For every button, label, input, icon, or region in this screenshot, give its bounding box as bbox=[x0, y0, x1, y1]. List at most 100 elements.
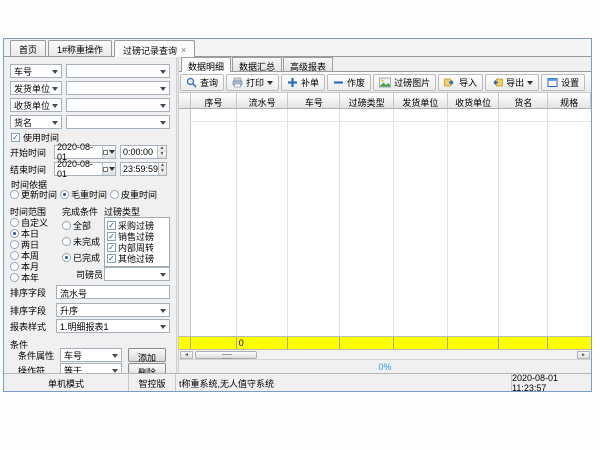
scrollbar-thumb[interactable] bbox=[195, 351, 257, 359]
radio-icon bbox=[62, 237, 71, 246]
condition-attr-row: 条件属性 车号 添加 bbox=[10, 348, 170, 362]
report-style-row: 报表样式 1.明细报表1 bbox=[10, 319, 170, 333]
weigh-type-title: 过磅类型 bbox=[104, 205, 170, 215]
column-header-weigh-type[interactable]: 过磅类型 bbox=[340, 93, 394, 108]
receiver-field-select[interactable]: 收货单位 bbox=[10, 98, 62, 112]
export-button[interactable]: 导出 bbox=[485, 74, 539, 91]
tab-record-query[interactable]: 过磅记录查询 × bbox=[114, 40, 195, 57]
summary-count: 0 bbox=[237, 337, 289, 349]
radio-icon bbox=[10, 251, 19, 260]
sort-order-row: 排序字段 升序 bbox=[10, 303, 170, 317]
calendar-icon[interactable] bbox=[102, 146, 115, 158]
vehicle-field-select[interactable]: 车号 bbox=[10, 64, 62, 78]
summary-row: 0 bbox=[179, 336, 591, 350]
radio-tare-time[interactable]: 皮重时间 bbox=[110, 188, 157, 201]
status-datetime: 2020-08-01 11:23:57 bbox=[512, 374, 591, 391]
calendar-icon[interactable] bbox=[102, 163, 115, 175]
supplement-order-button[interactable]: 补单 bbox=[281, 74, 325, 91]
chevron-down-icon bbox=[52, 121, 58, 128]
data-panel: 数据明细 数据汇总 高级报表 查询 打印 补单 bbox=[179, 57, 591, 374]
chevron-down-icon bbox=[52, 104, 58, 111]
column-header-vehicle[interactable]: 车号 bbox=[288, 93, 340, 108]
filter-row-goods: 货名 bbox=[10, 115, 170, 129]
vehicle-value-combo[interactable] bbox=[66, 64, 170, 78]
radio-icon bbox=[10, 273, 19, 282]
grid-body[interactable] bbox=[179, 109, 591, 336]
use-time-checkbox-row[interactable]: 使用时间 bbox=[11, 132, 170, 142]
filter-row-shipper: 发货单位 bbox=[10, 81, 170, 95]
printer-icon bbox=[232, 77, 243, 88]
screen: 首页 1#称重操作 过磅记录查询 × 车号 发货单位 收货单位 货名 bbox=[0, 0, 600, 450]
checkbox-other-weigh[interactable]: 其他过磅 bbox=[107, 253, 167, 264]
radio-icon bbox=[10, 218, 19, 227]
shipper-field-select[interactable]: 发货单位 bbox=[10, 81, 62, 95]
radio-this-year[interactable]: 本年 bbox=[10, 272, 62, 283]
end-time-spinner[interactable]: 23:59:59 ▲▼ bbox=[120, 162, 167, 176]
radio-gross-time[interactable]: 毛重时间 bbox=[60, 188, 107, 201]
column-header-shipper[interactable]: 发货单位 bbox=[394, 93, 448, 108]
void-button[interactable]: 作废 bbox=[327, 74, 371, 91]
checkbox-checked-icon bbox=[107, 232, 116, 241]
receiver-value-combo[interactable] bbox=[66, 98, 170, 112]
radio-unfinished[interactable]: 未完成 bbox=[62, 236, 104, 247]
column-header-goods[interactable]: 货名 bbox=[499, 93, 548, 108]
radio-icon bbox=[10, 262, 19, 271]
time-range-group: 自定义 本日 两日 本周 本月 本年 bbox=[10, 217, 62, 283]
weigh-photos-button[interactable]: 过磅图片 bbox=[373, 74, 436, 91]
chevron-down-icon bbox=[52, 87, 58, 94]
chevron-down-icon bbox=[160, 325, 166, 332]
chevron-down-icon bbox=[52, 70, 58, 77]
radio-icon bbox=[62, 221, 71, 230]
settings-button[interactable]: 设置 bbox=[541, 74, 585, 91]
goods-field-select[interactable]: 货名 bbox=[10, 115, 62, 129]
sort-order-select[interactable]: 升序 bbox=[56, 303, 170, 317]
chevron-down-icon bbox=[160, 273, 166, 280]
column-header-receiver[interactable]: 收货单位 bbox=[448, 93, 500, 108]
scroll-right-arrow[interactable]: ► bbox=[577, 351, 590, 359]
spinner-icon[interactable]: ▲▼ bbox=[158, 163, 166, 175]
tab-advanced-report[interactable]: 高级报表 bbox=[283, 57, 333, 71]
main-tabbar: 首页 1#称重操作 过磅记录查询 × bbox=[4, 39, 591, 57]
query-button[interactable]: 查询 bbox=[180, 74, 224, 91]
close-icon[interactable]: × bbox=[181, 46, 186, 54]
time-basis-title: 时间依据 bbox=[10, 178, 170, 188]
horizontal-scrollbar[interactable]: ◄ ► bbox=[179, 350, 591, 360]
radio-icon bbox=[10, 240, 19, 249]
radio-icon bbox=[110, 190, 119, 199]
goods-value-combo[interactable] bbox=[66, 115, 170, 129]
checkbox-checked-icon bbox=[107, 221, 116, 230]
import-button[interactable]: 导入 bbox=[438, 74, 483, 91]
tab-data-detail[interactable]: 数据明细 bbox=[181, 57, 231, 72]
spinner-icon[interactable]: ▲▼ bbox=[157, 146, 166, 158]
radio-update-time[interactable]: 更新时间 bbox=[10, 188, 57, 201]
sort-field-input[interactable]: 流水号 bbox=[56, 285, 170, 299]
condition-title: 条件 bbox=[10, 338, 170, 347]
report-style-select[interactable]: 1.明细报表1 bbox=[56, 319, 170, 333]
tab-weigh-operation[interactable]: 1#称重操作 bbox=[48, 40, 112, 56]
data-tabbar: 数据明细 数据汇总 高级报表 bbox=[179, 57, 591, 72]
scale-operator-combo[interactable] bbox=[104, 267, 170, 281]
radio-all[interactable]: 全部 bbox=[62, 220, 104, 231]
chevron-down-icon bbox=[160, 70, 166, 77]
column-header-flow-no[interactable]: 流水号 bbox=[237, 93, 289, 108]
range-finish-type-group: 时间范围 完成条件 过磅类型 自定义 本日 两日 本周 本月 本年 全部 bbox=[10, 205, 170, 283]
shipper-value-combo[interactable] bbox=[66, 81, 170, 95]
tab-home[interactable]: 首页 bbox=[10, 40, 46, 56]
add-condition-button[interactable]: 添加 bbox=[128, 348, 166, 362]
column-header-spec[interactable]: 规格 bbox=[548, 93, 591, 108]
condition-attr-select[interactable]: 车号 bbox=[60, 348, 122, 362]
empty-grid-row bbox=[191, 109, 591, 122]
start-date-picker[interactable]: 2020-08-01 bbox=[54, 145, 116, 159]
chevron-down-icon bbox=[160, 104, 166, 111]
radio-finished[interactable]: 已完成 bbox=[62, 252, 104, 263]
column-header-serial[interactable]: 序号 bbox=[191, 93, 237, 108]
print-button[interactable]: 打印 bbox=[226, 74, 279, 91]
end-date-picker[interactable]: 2020-08-01 bbox=[54, 162, 116, 176]
toolbar: 查询 打印 补单 作废 过磅图片 bbox=[179, 72, 591, 93]
scroll-left-arrow[interactable]: ◄ bbox=[180, 351, 193, 359]
filter-row-receiver: 收货单位 bbox=[10, 98, 170, 112]
status-system-name: t称重系统,无人值守系统 bbox=[176, 374, 512, 391]
start-time-spinner[interactable]: 0:00:00 ▲▼ bbox=[120, 145, 167, 159]
time-basis-group: 更新时间 毛重时间 皮重时间 bbox=[10, 189, 170, 200]
tab-data-summary[interactable]: 数据汇总 bbox=[232, 57, 282, 71]
